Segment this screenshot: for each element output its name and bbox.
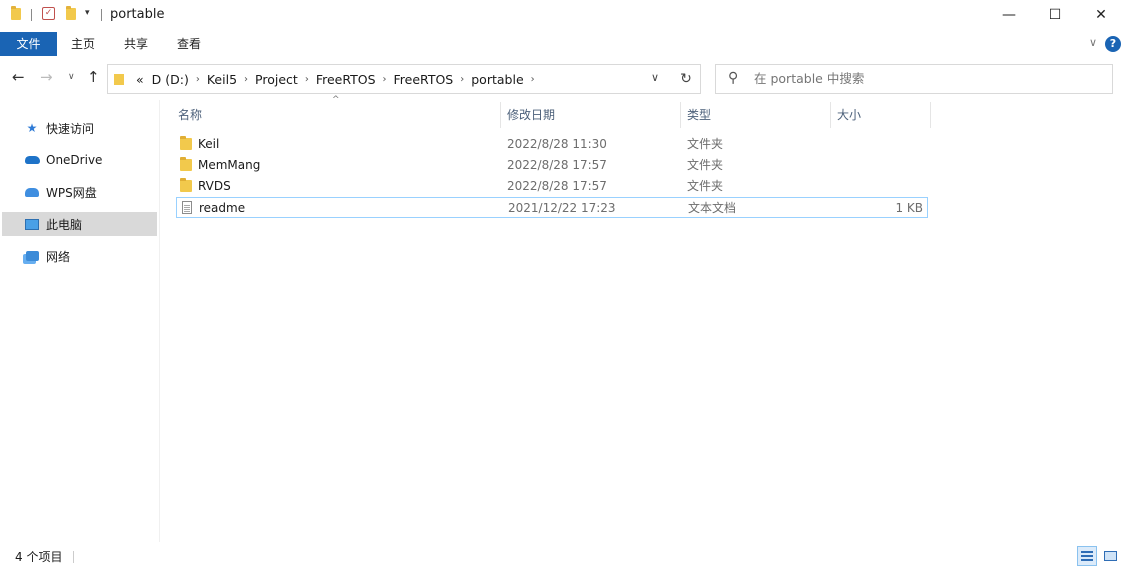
folder-icon (114, 73, 124, 85)
item-count: 4 个项目 (15, 550, 63, 564)
maximize-button[interactable]: ☐ (1032, 0, 1078, 30)
status-bar: 4 个项目 (0, 545, 1125, 569)
details-view-button[interactable] (1077, 546, 1097, 566)
tab-share[interactable]: 共享 (109, 32, 163, 56)
separator (73, 551, 74, 563)
star-icon: ★ (26, 121, 38, 135)
ribbon-tabs: 文件 主页 共享 查看 ∨ ? (0, 32, 1125, 56)
navigation-bar: ← → ∨ ↑ « D (D:) › Keil5 › Project › Fre… (0, 60, 1125, 96)
new-folder-icon[interactable] (66, 6, 76, 20)
sidebar-item-this-pc[interactable]: 此电脑 (2, 212, 157, 236)
sidebar-item-label: 此电脑 (46, 217, 83, 232)
column-divider[interactable] (500, 102, 501, 128)
sidebar-item-label: 快速访问 (46, 121, 95, 136)
navigation-pane: ★ 快速访问 OneDrive WPS网盘 此电脑 网络 (0, 100, 160, 542)
large-icons-view-button[interactable] (1100, 546, 1120, 566)
file-date: 2022/8/28 11:30 (507, 137, 607, 151)
up-button[interactable]: ↑ (87, 68, 100, 86)
file-name: RVDS (198, 179, 231, 193)
breadcrumb-item[interactable]: FreeRTOS (312, 72, 380, 87)
file-date: 2021/12/22 17:23 (508, 201, 616, 215)
recent-locations-dropdown[interactable]: ∨ (68, 72, 75, 82)
sort-ascending-icon: ^ (332, 95, 340, 105)
search-box[interactable]: ⚲ (715, 64, 1113, 94)
breadcrumb-item[interactable]: portable (467, 72, 527, 87)
column-divider[interactable] (680, 102, 681, 128)
file-size: 1 KB (895, 201, 923, 215)
file-type: 文本文档 (688, 201, 737, 215)
refresh-button[interactable]: ↻ (672, 64, 701, 94)
file-row[interactable]: MemMang 2022/8/28 17:57 文件夹 (176, 155, 928, 176)
breadcrumb-item[interactable]: FreeRTOS (390, 72, 458, 87)
tab-view[interactable]: 查看 (163, 32, 215, 56)
chevron-down-icon[interactable]: ∨ (1089, 36, 1097, 49)
window-title: portable (110, 7, 165, 22)
close-button[interactable]: ✕ (1078, 0, 1124, 30)
folder-icon (11, 6, 21, 20)
quick-access-dropdown-icon[interactable]: ▾ (85, 8, 90, 18)
text-file-icon (182, 201, 192, 214)
file-row[interactable]: RVDS 2022/8/28 17:57 文件夹 (176, 176, 928, 197)
file-date: 2022/8/28 17:57 (507, 179, 607, 193)
breadcrumb-overflow[interactable]: « (132, 72, 148, 87)
file-name: readme (199, 201, 246, 215)
sidebar-item-label: WPS网盘 (46, 185, 97, 200)
sidebar-item-onedrive[interactable]: OneDrive (2, 148, 157, 172)
column-header-type[interactable]: 类型 (687, 102, 711, 128)
file-name: Keil (198, 137, 220, 151)
properties-icon[interactable]: ✓ (42, 7, 55, 20)
file-name: MemMang (198, 158, 261, 172)
chevron-right-icon[interactable]: › (193, 74, 203, 85)
chevron-right-icon[interactable]: › (457, 74, 467, 85)
chevron-right-icon[interactable]: › (528, 74, 538, 85)
folder-icon (180, 157, 192, 171)
sidebar-item-quick-access[interactable]: ★ 快速访问 (2, 116, 157, 140)
file-row[interactable]: Keil 2022/8/28 11:30 文件夹 (176, 134, 928, 155)
title-bar: ✓ ▾ portable — ☐ ✕ (0, 0, 1125, 32)
large-icons-view-icon (1103, 551, 1117, 561)
address-bar[interactable]: « D (D:) › Keil5 › Project › FreeRTOS › … (107, 64, 701, 94)
tab-file[interactable]: 文件 (0, 32, 57, 56)
network-icon (24, 248, 40, 264)
chevron-right-icon[interactable]: › (241, 74, 251, 85)
computer-icon (24, 216, 40, 232)
file-type: 文件夹 (687, 158, 724, 172)
file-type: 文件夹 (687, 179, 724, 193)
sidebar-item-label: OneDrive (46, 153, 103, 167)
column-header-size[interactable]: 大小 (837, 102, 861, 128)
file-type: 文件夹 (687, 137, 724, 151)
breadcrumb: « D (D:) › Keil5 › Project › FreeRTOS › … (114, 65, 538, 93)
cloud-icon (24, 152, 40, 168)
chevron-right-icon[interactable]: › (302, 74, 312, 85)
breadcrumb-item[interactable]: D (D:) (148, 72, 193, 87)
column-divider[interactable] (830, 102, 831, 128)
separator (101, 9, 102, 21)
folder-icon (180, 178, 192, 192)
cloud-drive-icon (24, 184, 40, 200)
address-history-dropdown[interactable]: ∨ (651, 71, 659, 84)
forward-button[interactable]: → (40, 68, 53, 86)
file-date: 2022/8/28 17:57 (507, 158, 607, 172)
file-list: ^ 名称 修改日期 类型 大小 Keil 2022/8/28 11:30 文件夹… (160, 95, 1125, 542)
search-input[interactable] (754, 65, 1094, 93)
folder-icon (180, 136, 192, 150)
column-header-date[interactable]: 修改日期 (507, 102, 555, 128)
separator (31, 9, 32, 21)
search-icon: ⚲ (728, 70, 739, 86)
column-divider[interactable] (930, 102, 931, 128)
sidebar-item-wps-drive[interactable]: WPS网盘 (2, 180, 157, 204)
help-button[interactable]: ? (1105, 36, 1121, 52)
minimize-button[interactable]: — (986, 0, 1032, 30)
file-row[interactable]: readme 2021/12/22 17:23 文本文档 1 KB (176, 197, 928, 218)
details-view-icon (1081, 551, 1093, 561)
sidebar-item-network[interactable]: 网络 (2, 244, 157, 268)
column-header-name[interactable]: 名称 (178, 102, 202, 128)
sidebar-item-label: 网络 (46, 249, 71, 264)
breadcrumb-item[interactable]: Project (251, 72, 302, 87)
breadcrumb-item[interactable]: Keil5 (203, 72, 241, 87)
chevron-right-icon[interactable]: › (380, 74, 390, 85)
back-button[interactable]: ← (12, 68, 25, 86)
tab-home[interactable]: 主页 (57, 32, 109, 56)
